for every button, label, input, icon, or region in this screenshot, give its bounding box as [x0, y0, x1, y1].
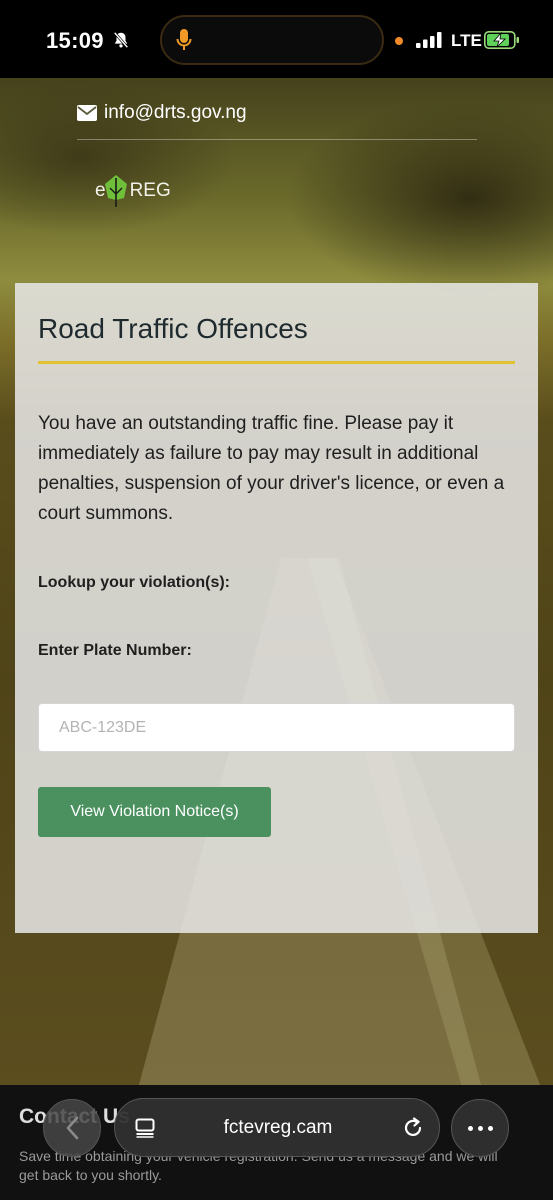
more-dot-icon — [477, 1125, 483, 1131]
card-title: Road Traffic Offences — [38, 313, 308, 344]
more-dot-icon — [487, 1125, 493, 1131]
logo-text-right: REG — [129, 180, 171, 201]
back-button[interactable] — [43, 1099, 101, 1157]
leaf-logo-icon — [104, 175, 127, 207]
more-dot-icon — [467, 1125, 473, 1131]
privacy-dot — [395, 37, 403, 45]
status-bar: 15:09 LTE — [0, 0, 553, 78]
chevron-left-icon — [66, 1116, 79, 1140]
address-bar[interactable]: fctevreg.cam — [114, 1098, 440, 1157]
microphone-icon — [176, 29, 192, 50]
status-time: 15:09 — [46, 28, 104, 53]
evreg-logo[interactable]: e REG — [95, 174, 171, 208]
contact-text-line2: get back to you shortly. — [19, 1167, 162, 1183]
plate-number-input[interactable] — [38, 703, 515, 752]
signal-icon — [416, 32, 442, 48]
title-underline — [38, 361, 515, 364]
envelope-icon — [77, 105, 97, 121]
contact-email[interactable]: info@drts.gov.ng — [77, 102, 247, 124]
offence-card: Road Traffic Offences You have an outsta… — [15, 283, 538, 933]
more-options-button[interactable] — [451, 1099, 509, 1157]
reload-icon[interactable] — [402, 1117, 424, 1139]
network-type: LTE — [451, 31, 482, 50]
bell-slash-icon — [113, 31, 129, 49]
page-content: info@drts.gov.ng e REG Road Traffic Offe… — [0, 78, 553, 1085]
lookup-label: Lookup your violation(s): — [38, 574, 230, 591]
fine-message: You have an outstanding traffic fine. Pl… — [38, 413, 505, 524]
plate-label: Enter Plate Number: — [38, 642, 192, 659]
view-violation-button[interactable]: View Violation Notice(s) — [38, 787, 271, 837]
browser-bottom-bar: Contact Us Save time obtaining your vehi… — [0, 1085, 553, 1200]
email-text: info@drts.gov.ng — [104, 102, 247, 123]
header-divider — [77, 139, 477, 140]
battery-charging-icon — [484, 31, 519, 49]
dynamic-island — [160, 15, 384, 65]
url-text: fctevreg.cam — [223, 1117, 333, 1138]
